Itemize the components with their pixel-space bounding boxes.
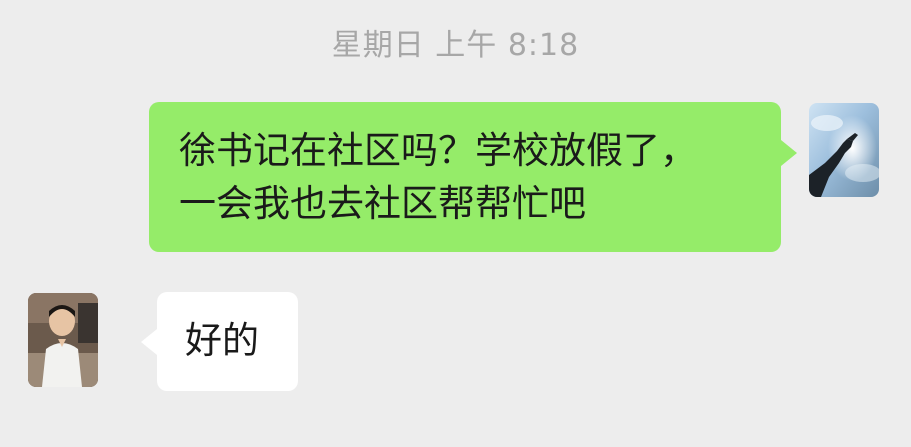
outgoing-message-bubble[interactable]: 徐书记在社区吗？学校放假了， 一会我也去社区帮帮忙吧 xyxy=(149,102,797,252)
message-timestamp: 星期日 上午 8:18 xyxy=(331,28,580,63)
boy-avatar-icon[interactable] xyxy=(28,293,98,387)
incoming-message-bubble[interactable]: 好的 xyxy=(141,292,298,391)
message-text: 好的 xyxy=(185,319,259,362)
message-line: 徐书记在社区吗？学校放假了， xyxy=(179,129,697,172)
message-text: 徐书记在社区吗？学校放假了， 一会我也去社区帮帮忙吧 xyxy=(179,124,697,230)
message-line: 一会我也去社区帮帮忙吧 xyxy=(179,182,586,225)
sky-hand-avatar-icon[interactable] xyxy=(809,103,879,197)
